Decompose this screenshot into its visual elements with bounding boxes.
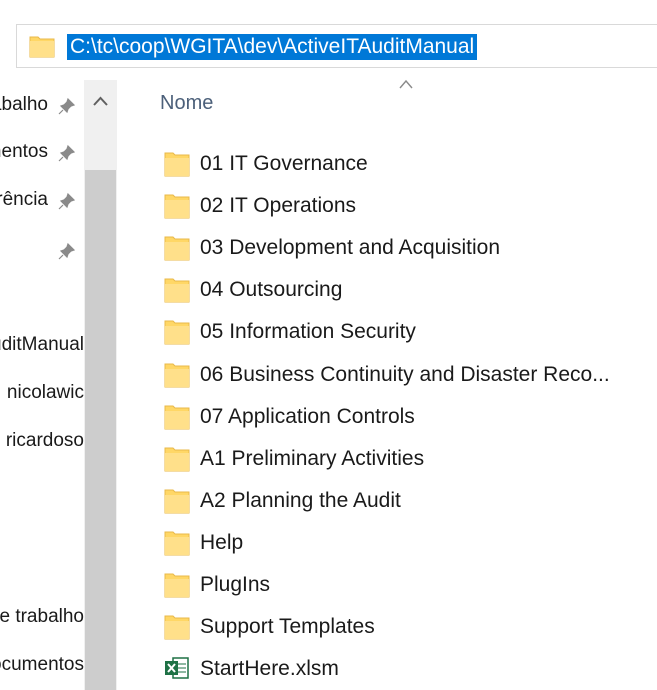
pin-icon[interactable] xyxy=(58,97,76,115)
folder-icon xyxy=(164,320,190,345)
scroll-thumb[interactable] xyxy=(85,170,116,690)
pin-icon[interactable] xyxy=(58,242,76,260)
nav-item-label: ricardoso xyxy=(5,430,84,451)
sort-ascending-icon[interactable] xyxy=(398,78,414,90)
pin-icon[interactable] xyxy=(58,192,76,210)
nav-item-desktop-2[interactable]: Área de trabalho xyxy=(0,602,84,632)
folder-icon xyxy=(164,573,190,598)
file-name: 02 IT Operations xyxy=(200,194,357,218)
folder-icon xyxy=(164,152,190,177)
folder-item[interactable]: PlugIns xyxy=(160,564,657,606)
folder-icon xyxy=(29,36,55,58)
folder-icon xyxy=(164,236,190,261)
nav-item-label: nicolawic xyxy=(6,382,84,403)
folder-icon xyxy=(164,615,190,640)
folder-item[interactable]: 01 IT Governance xyxy=(160,143,657,185)
nav-item-label: Documentos xyxy=(0,141,48,162)
folder-icon xyxy=(164,447,190,472)
file-name: Support Templates xyxy=(200,615,375,639)
file-name: A2 Planning the Audit xyxy=(200,488,401,512)
file-name: A1 Preliminary Activities xyxy=(200,446,425,470)
nav-item-desktop[interactable]: Área de trabalho xyxy=(0,90,84,120)
file-name: 04 Outsourcing xyxy=(200,278,343,302)
pin-icon[interactable] xyxy=(58,144,76,162)
folder-icon xyxy=(164,531,190,556)
nav-item-nicolawic[interactable]: nicolawic xyxy=(0,378,84,408)
column-header-name[interactable]: Nome xyxy=(160,92,213,115)
nav-item-ricardoso[interactable]: ricardoso xyxy=(0,426,84,456)
address-path[interactable]: C:\tc\coop\WGITA\dev\ActiveITAuditManual xyxy=(67,34,478,60)
folder-icon xyxy=(164,278,190,303)
file-name: StartHere.xlsm xyxy=(200,657,339,681)
file-name: 06 Business Continuity and Disaster Reco… xyxy=(200,362,610,386)
file-name: 05 Information Security xyxy=(200,320,416,344)
folder-item[interactable]: Support Templates xyxy=(160,606,657,648)
nav-item-label: Área de trabalho xyxy=(0,606,84,627)
folder-item[interactable]: 05 Information Security xyxy=(160,311,657,353)
scroll-up-icon[interactable] xyxy=(84,88,117,114)
nav-item-label: ActiveITAuditManual xyxy=(0,334,84,355)
folder-icon xyxy=(164,405,190,430)
nav-item-label: Área de trabalho xyxy=(0,94,48,115)
address-bar[interactable]: C:\tc\coop\WGITA\dev\ActiveITAuditManual xyxy=(16,24,657,68)
file-item[interactable]: StartHere.xlsm xyxy=(160,648,657,690)
nav-item-transfers[interactable]: Transferência xyxy=(0,185,84,215)
folder-icon xyxy=(164,489,190,514)
nav-item-documents[interactable]: Documentos xyxy=(0,137,84,167)
nav-item-pinned[interactable] xyxy=(0,235,84,265)
folder-item[interactable]: 04 Outsourcing xyxy=(160,269,657,311)
folder-item[interactable]: 07 Application Controls xyxy=(160,396,657,438)
file-name: 07 Application Controls xyxy=(200,404,415,428)
folder-item[interactable]: Help xyxy=(160,522,657,564)
nav-scrollbar[interactable] xyxy=(84,80,117,690)
nav-item-label: Transferência xyxy=(0,189,48,210)
file-name: 03 Development and Acquisition xyxy=(200,236,501,260)
excel-file-icon xyxy=(165,657,189,679)
folder-icon xyxy=(164,363,190,387)
folder-item[interactable]: 02 IT Operations xyxy=(160,185,657,227)
nav-item-label: Documentos xyxy=(0,654,84,675)
file-name: PlugIns xyxy=(200,573,271,596)
file-name: Help xyxy=(200,530,244,554)
file-name: 01 IT Governance xyxy=(200,152,368,175)
folder-item[interactable]: A2 Planning the Audit xyxy=(160,480,657,522)
nav-item-activeitauditmanual[interactable]: ActiveITAuditManual xyxy=(0,330,84,360)
nav-item-documents-2[interactable]: Documentos xyxy=(0,650,84,680)
navigation-pane: Área de trabalho Documentos Transferênci… xyxy=(0,80,117,690)
folder-item[interactable]: A1 Preliminary Activities xyxy=(160,438,657,480)
folder-icon xyxy=(164,194,190,219)
folder-item[interactable]: 03 Development and Acquisition xyxy=(160,227,657,269)
folder-item[interactable]: 06 Business Continuity and Disaster Reco… xyxy=(160,354,657,396)
